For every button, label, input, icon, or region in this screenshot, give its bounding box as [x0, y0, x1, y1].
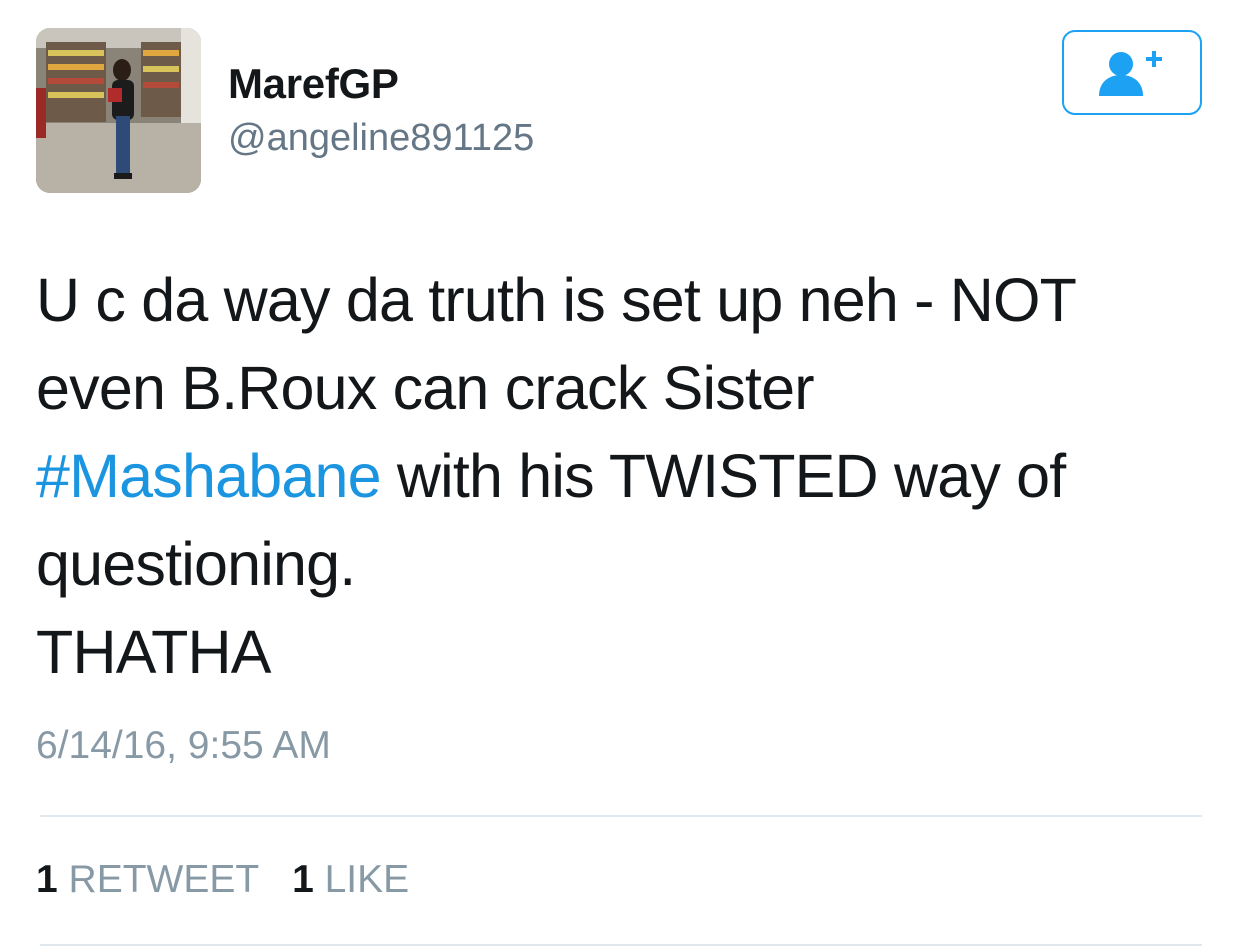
- tweet-text: U c da way da truth is set up neh - NOT …: [36, 256, 1196, 696]
- likes-stat[interactable]: 1 LIKE: [292, 858, 409, 902]
- tweet-line: U c da way da truth is set up neh - NOT: [36, 266, 1077, 334]
- hashtag-link[interactable]: #Mashabane: [36, 442, 382, 510]
- profile-photo: [36, 28, 201, 193]
- tweet-stats: 1 RETWEET 1 LIKE: [36, 858, 431, 902]
- follow-button[interactable]: [1062, 30, 1202, 115]
- tweet-line: with his TWISTED way of: [396, 442, 1066, 510]
- tweet-line: questioning.: [36, 530, 356, 598]
- tweet-line-with-hashtag: #Mashabane with his TWISTED way of: [36, 432, 1196, 520]
- add-user-icon: [1099, 50, 1162, 96]
- tweet-line: even B.Roux can crack Sister: [36, 354, 815, 422]
- divider: [40, 815, 1202, 817]
- divider: [40, 944, 1202, 946]
- avatar[interactable]: [36, 28, 201, 193]
- tweet-line: THATHA: [36, 618, 271, 686]
- display-name[interactable]: MarefGP: [228, 60, 399, 108]
- likes-count: 1: [292, 858, 314, 901]
- user-handle[interactable]: @angeline891125: [228, 117, 534, 160]
- likes-label: LIKE: [324, 858, 410, 901]
- retweets-stat[interactable]: 1 RETWEET: [36, 858, 259, 902]
- tweet-timestamp[interactable]: 6/14/16, 9:55 AM: [36, 724, 331, 768]
- retweets-label: RETWEET: [68, 858, 260, 901]
- retweets-count: 1: [36, 858, 58, 901]
